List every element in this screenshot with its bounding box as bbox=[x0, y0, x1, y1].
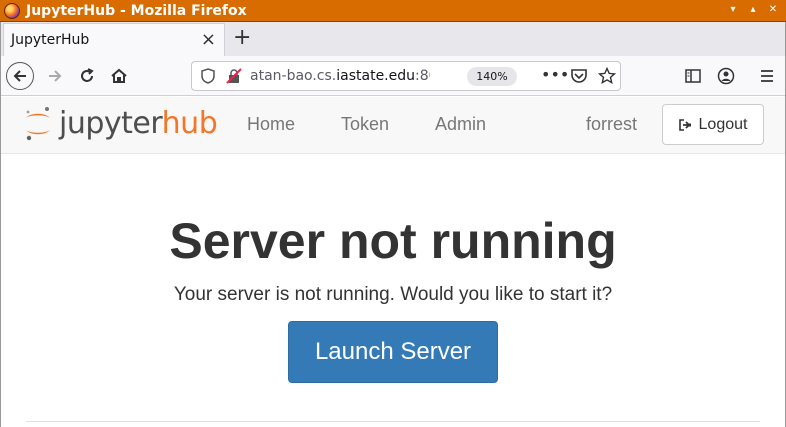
content-divider bbox=[26, 421, 760, 422]
back-arrow-icon bbox=[13, 70, 26, 82]
sidebar-icon[interactable] bbox=[685, 68, 701, 84]
window-title-bar: JupyterHub - Mozilla Firefox ▾ ▴ ✕ bbox=[0, 0, 786, 22]
url-host: iastate.edu bbox=[336, 68, 416, 84]
username-label: forrest bbox=[586, 114, 638, 134]
tab-close-icon[interactable]: × bbox=[201, 30, 216, 50]
url-suffix: :808 bbox=[415, 68, 430, 84]
launch-server-button[interactable]: Launch Server bbox=[288, 321, 498, 383]
insecure-lock-icon[interactable] bbox=[226, 68, 242, 84]
server-status-message: Your server is not running. Would you li… bbox=[173, 284, 613, 305]
tab-label: JupyterHub bbox=[11, 32, 90, 48]
page-title: Server not running bbox=[169, 213, 617, 269]
logo-text-jupyter: jupyter bbox=[59, 106, 162, 141]
sign-out-icon bbox=[678, 118, 691, 131]
firefox-icon bbox=[4, 2, 20, 19]
logo-wordmark: jupyterhub bbox=[59, 105, 218, 143]
nav-admin-link[interactable]: Admin bbox=[435, 114, 486, 135]
back-button[interactable] bbox=[6, 62, 34, 90]
bookmark-star-icon[interactable] bbox=[598, 67, 616, 85]
window-border-left bbox=[0, 22, 1, 427]
url-bar[interactable]: atan-bao.cs.iastate.edu:808 140% ••• bbox=[191, 61, 621, 91]
new-tab-icon[interactable]: + bbox=[233, 26, 251, 50]
window-controls: ▾ ▴ ✕ bbox=[726, 3, 780, 17]
jupyterhub-logo[interactable]: jupyterhub bbox=[23, 105, 218, 143]
pocket-icon[interactable] bbox=[570, 68, 588, 84]
url-prefix: atan-bao.cs. bbox=[250, 68, 337, 84]
jupyterhub-navbar: jupyterhub Home Token Admin forrest Logo… bbox=[1, 97, 785, 154]
logout-button[interactable]: Logout bbox=[662, 104, 764, 145]
browser-toolbar: atan-bao.cs.iastate.edu:808 140% ••• bbox=[0, 56, 786, 96]
main-content: Server not running Your server is not ru… bbox=[1, 155, 785, 427]
close-window-icon[interactable]: ✕ bbox=[766, 3, 780, 17]
hamburger-menu-icon[interactable] bbox=[759, 68, 775, 84]
forward-arrow-icon bbox=[49, 70, 62, 82]
home-button[interactable] bbox=[105, 62, 133, 90]
shield-icon[interactable] bbox=[200, 68, 216, 84]
more-actions-icon[interactable]: ••• bbox=[541, 65, 569, 84]
url-text[interactable]: atan-bao.cs.iastate.edu:808 bbox=[250, 68, 430, 84]
maximize-icon[interactable]: ▴ bbox=[746, 3, 760, 17]
home-icon bbox=[111, 68, 127, 83]
reload-button[interactable] bbox=[73, 62, 101, 90]
account-icon[interactable] bbox=[717, 67, 735, 85]
window-title: JupyterHub - Mozilla Firefox bbox=[26, 2, 247, 19]
reload-icon bbox=[81, 68, 94, 82]
tab-strip: JupyterHub × + bbox=[0, 22, 786, 56]
logout-label: Logout bbox=[698, 115, 748, 133]
jupyter-logo-icon bbox=[26, 107, 50, 141]
nav-home-link[interactable]: Home bbox=[247, 114, 295, 135]
logo-text-hub: hub bbox=[161, 106, 218, 141]
forward-button[interactable] bbox=[41, 62, 69, 90]
minimize-icon[interactable]: ▾ bbox=[726, 3, 740, 17]
tab-jupyterhub[interactable]: JupyterHub × bbox=[3, 23, 225, 56]
nav-token-link[interactable]: Token bbox=[341, 114, 389, 135]
zoom-badge[interactable]: 140% bbox=[467, 67, 517, 86]
